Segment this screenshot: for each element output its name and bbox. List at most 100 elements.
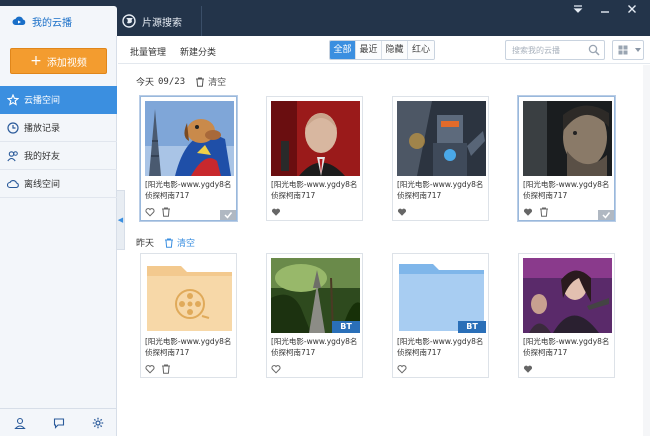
group-label: 今天 xyxy=(136,78,155,88)
clock-icon xyxy=(7,121,19,134)
heart-icon[interactable] xyxy=(523,364,533,374)
sidebar-nav: 云播空间 播放记录 我的好友 离线空间 xyxy=(0,86,117,198)
tab-source-search[interactable]: 片源搜索 xyxy=(112,6,202,36)
scrollbar[interactable] xyxy=(643,65,650,436)
sidebar-item-cloud-space[interactable]: 云播空间 xyxy=(0,86,117,114)
video-thumbnail xyxy=(271,101,360,176)
card-actions xyxy=(271,364,287,374)
filter-favorite[interactable]: 红心 xyxy=(408,41,434,59)
group-header-yesterday: 昨天 清空 xyxy=(136,236,195,249)
video-card[interactable]: [阳光电影-www.ygdy8名侦探柯南717 xyxy=(518,253,615,378)
card-actions xyxy=(271,207,287,217)
card-actions xyxy=(145,364,177,374)
trash-icon xyxy=(165,238,174,248)
card-actions xyxy=(523,364,539,374)
user-icon[interactable] xyxy=(13,417,26,429)
chevron-down-icon xyxy=(635,48,641,52)
sidebar: + 添加视频 云播空间 播放记录 我的好友 离线空间 xyxy=(0,36,117,436)
heart-icon[interactable] xyxy=(397,364,407,374)
plus-icon: + xyxy=(30,53,42,69)
cloud-play-icon xyxy=(12,16,26,25)
clear-label: 清空 xyxy=(177,239,196,249)
menu-dropdown-icon[interactable] xyxy=(570,4,586,18)
group-header-today: 今天 09/23 清空 xyxy=(136,75,226,89)
filter-hidden[interactable]: 隐藏 xyxy=(382,41,408,59)
close-icon[interactable] xyxy=(624,4,640,18)
add-video-label: 添加视频 xyxy=(46,57,87,69)
heart-icon[interactable] xyxy=(271,207,281,217)
group-date: 09/23 xyxy=(158,76,186,87)
search-placeholder: 搜索我的云播 xyxy=(512,45,560,55)
video-card[interactable]: BT [阳光电影-www.ygdy8名侦探柯南717 xyxy=(392,253,489,378)
cloud-offline-icon xyxy=(7,179,19,188)
add-video-button[interactable]: + 添加视频 xyxy=(10,48,107,74)
star-icon xyxy=(7,93,19,106)
trash-icon[interactable] xyxy=(161,207,171,217)
card-actions xyxy=(145,207,177,217)
video-card[interactable]: [阳光电影-www.ygdy8名侦探柯南717 xyxy=(140,253,237,378)
friends-icon xyxy=(7,150,18,161)
heart-icon[interactable] xyxy=(145,364,155,374)
sidebar-item-offline-space[interactable]: 离线空间 xyxy=(0,170,117,198)
new-category-button[interactable]: 新建分类 xyxy=(180,45,216,58)
video-thumbnail: BT xyxy=(271,258,360,333)
video-thumbnail xyxy=(523,101,612,176)
video-title: [阳光电影-www.ygdy8名侦探柯南717 xyxy=(145,180,232,200)
batch-manage-button[interactable]: 批量管理 xyxy=(130,45,166,58)
video-card[interactable]: BT [阳光电影-www.ygdy8名侦探柯南717 xyxy=(266,253,363,378)
video-card[interactable]: [阳光电影-www.ygdy8名侦探柯南717 xyxy=(266,96,363,221)
video-title: [阳光电影-www.ygdy8名侦探柯南717 xyxy=(397,337,484,357)
clear-label: 清空 xyxy=(208,78,227,88)
tab-my-cloud[interactable]: 我的云播 xyxy=(0,6,117,36)
group-label: 昨天 xyxy=(136,239,155,249)
heart-icon[interactable] xyxy=(523,207,533,217)
video-title: [阳光电影-www.ygdy8名侦探柯南717 xyxy=(271,337,358,357)
sidebar-footer xyxy=(0,408,117,436)
bt-badge: BT xyxy=(458,321,486,333)
search-input[interactable]: 搜索我的云播 xyxy=(505,40,605,60)
clear-yesterday-button[interactable]: 清空 xyxy=(164,236,195,249)
checkmark-icon[interactable] xyxy=(598,210,614,220)
view-mode-button[interactable] xyxy=(612,40,644,60)
trash-icon[interactable] xyxy=(161,364,171,374)
globe-icon xyxy=(122,14,136,28)
video-thumbnail xyxy=(397,101,486,176)
folder-thumbnail: BT xyxy=(397,258,486,333)
folder-thumbnail xyxy=(145,258,234,333)
tab-source-search-label: 片源搜索 xyxy=(142,17,182,29)
sidebar-item-label: 我的好友 xyxy=(24,152,61,162)
grid-view-icon xyxy=(618,45,628,55)
heart-icon[interactable] xyxy=(397,207,407,217)
video-card[interactable]: [阳光电影-www.ygdy8名侦探柯南717 xyxy=(518,96,615,221)
filter-group: 全部 最近 隐藏 红心 xyxy=(329,40,435,60)
filter-all[interactable]: 全部 xyxy=(330,41,356,59)
card-actions xyxy=(397,364,413,374)
search-icon[interactable] xyxy=(588,44,600,56)
sidebar-item-friends[interactable]: 我的好友 xyxy=(0,142,117,170)
video-list: 今天 09/23 清空 [阳光电影-www.ygdy8名侦探柯南717 [阳光电… xyxy=(118,65,642,436)
video-title: [阳光电影-www.ygdy8名侦探柯南717 xyxy=(523,337,610,357)
video-thumbnail xyxy=(145,101,234,176)
sidebar-item-label: 播放记录 xyxy=(24,124,61,134)
trash-icon[interactable] xyxy=(539,207,549,217)
gear-icon[interactable] xyxy=(92,417,104,429)
sidebar-item-label: 离线空间 xyxy=(24,180,61,190)
video-title: [阳光电影-www.ygdy8名侦探柯南717 xyxy=(145,337,232,357)
checkmark-icon[interactable] xyxy=(220,210,236,220)
sidebar-item-play-history[interactable]: 播放记录 xyxy=(0,114,117,142)
heart-icon[interactable] xyxy=(271,364,281,374)
clear-today-button[interactable]: 清空 xyxy=(195,75,226,88)
video-thumbnail xyxy=(523,258,612,333)
video-card[interactable]: [阳光电影-www.ygdy8名侦探柯南717 xyxy=(392,96,489,221)
video-title: [阳光电影-www.ygdy8名侦探柯南717 xyxy=(271,180,358,200)
minimize-icon[interactable] xyxy=(597,4,613,18)
card-actions xyxy=(397,207,413,217)
card-actions xyxy=(523,207,555,217)
filter-recent[interactable]: 最近 xyxy=(356,41,382,59)
chat-bubble-icon[interactable] xyxy=(53,417,65,429)
video-card[interactable]: [阳光电影-www.ygdy8名侦探柯南717 xyxy=(140,96,237,221)
title-bar: 我的云播 片源搜索 xyxy=(0,0,650,36)
heart-icon[interactable] xyxy=(145,207,155,217)
tab-my-cloud-label: 我的云播 xyxy=(32,17,72,29)
sidebar-item-label: 云播空间 xyxy=(24,96,61,106)
